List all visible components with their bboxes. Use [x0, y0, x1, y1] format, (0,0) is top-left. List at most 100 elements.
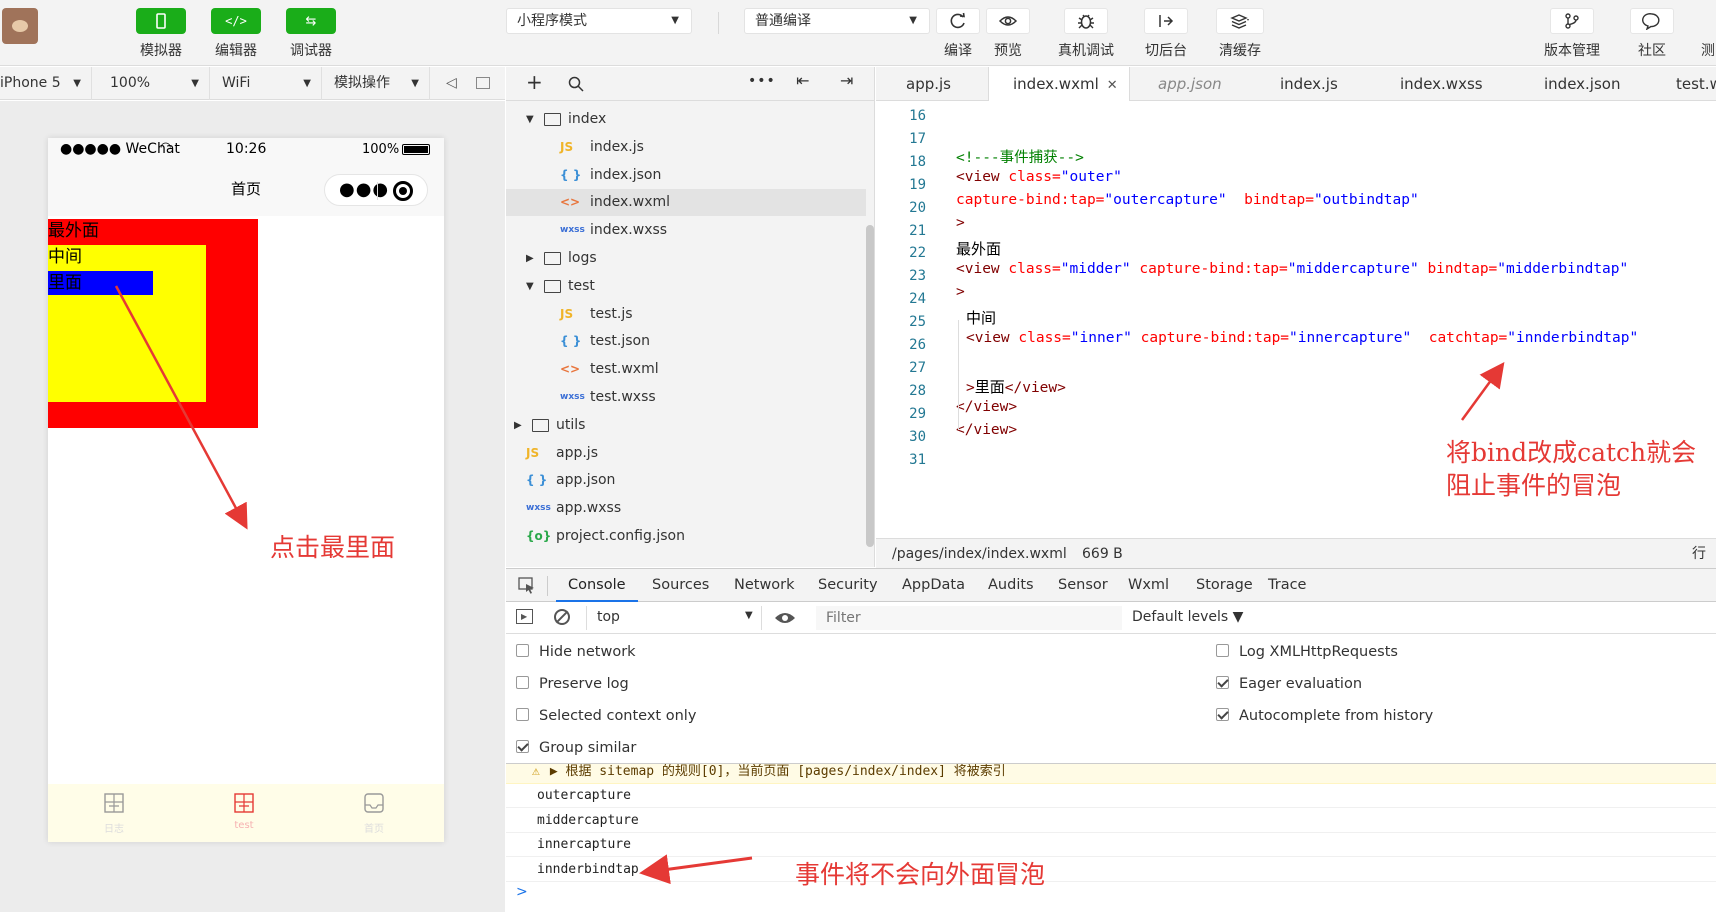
toolbar-divider — [718, 12, 719, 34]
setting-checkbox[interactable]: Autocomplete from history — [1216, 708, 1433, 724]
tree-file[interactable]: wxss app.wxss — [506, 495, 866, 522]
setting-checkbox[interactable]: Group similar — [516, 740, 636, 756]
debugger-label: 调试器 — [290, 43, 332, 59]
compile-button[interactable] — [936, 8, 980, 34]
more-icon[interactable]: ••• — [748, 73, 776, 89]
editor-tab[interactable]: app.js — [906, 67, 951, 101]
tree-folder[interactable]: ▼ index — [506, 106, 866, 133]
clear-console-icon[interactable] — [554, 609, 570, 625]
devtools-tab-storage[interactable]: Storage — [1196, 569, 1253, 602]
collapse-icon[interactable]: ⇤ — [796, 71, 809, 90]
tree-file[interactable]: { } test.json — [506, 328, 866, 355]
editor-button[interactable]: </> — [211, 8, 261, 34]
tree-file[interactable]: JS app.js — [506, 440, 866, 467]
tree-file[interactable]: { } index.json — [506, 162, 866, 189]
devtools-tab-sources[interactable]: Sources — [652, 569, 709, 602]
checkbox-checked-icon[interactable] — [1216, 708, 1229, 721]
file-path: /pages/index/index.wxml — [892, 546, 1067, 562]
outer-view[interactable]: 最外面 中间 里面 — [48, 219, 258, 428]
devtools-tab-sensor[interactable]: Sensor — [1058, 569, 1108, 602]
chevron-down-icon[interactable]: ▼ — [526, 273, 534, 300]
network-select[interactable]: WiFi ▼ — [214, 67, 322, 100]
tree-file[interactable]: wxss index.wxss — [506, 217, 866, 244]
setting-checkbox[interactable]: Preserve log — [516, 676, 629, 692]
more-icon[interactable]: ●●● — [339, 179, 389, 200]
clear-cache-button[interactable] — [1216, 8, 1264, 34]
user-avatar[interactable] — [2, 8, 38, 44]
console-filter-input[interactable] — [816, 606, 1122, 630]
devtools-tab-wxml[interactable]: Wxml — [1128, 569, 1169, 602]
editor-tab[interactable]: index.wxss — [1400, 67, 1483, 101]
tab-logs[interactable]: 日志 — [84, 792, 144, 835]
chevron-right-icon[interactable]: ▶ — [526, 245, 534, 272]
tab-home[interactable]: 首页 — [344, 792, 404, 835]
console-warning-row[interactable]: ⚠ ▶ 根据 sitemap 的规则[0]，当前页面 [pages/index/i… — [506, 764, 1716, 784]
volume-icon[interactable]: ◁ — [446, 75, 457, 91]
tree-file[interactable]: <> test.wxml — [506, 356, 866, 383]
add-icon[interactable]: + — [526, 70, 543, 94]
tree-file[interactable]: {o} project.config.json — [506, 523, 866, 550]
setting-checkbox[interactable]: Selected context only — [516, 708, 696, 724]
checkbox-icon[interactable] — [1216, 644, 1229, 657]
editor-tab[interactable]: index.wxml ✕ — [988, 67, 1130, 102]
eye-icon[interactable] — [774, 611, 796, 625]
devtools-tab-network[interactable]: Network — [734, 569, 795, 602]
device-select[interactable]: iPhone 5 ▼ — [0, 67, 92, 100]
devtools-tab-audits[interactable]: Audits — [988, 569, 1034, 602]
tree-toolbar: + ••• ⇤ ⇥ — [506, 67, 875, 101]
tree-file[interactable]: { } app.json — [506, 467, 866, 494]
tree-folder[interactable]: ▼ test — [506, 273, 866, 300]
tree-file[interactable]: wxss test.wxss — [506, 384, 866, 411]
mode-select[interactable]: 小程序模式 ▼ — [506, 8, 692, 34]
background-button[interactable] — [1144, 8, 1188, 34]
version-button[interactable] — [1550, 8, 1594, 34]
levels-select[interactable]: Default levels ▼ — [1132, 609, 1243, 625]
inspect-icon[interactable] — [518, 577, 536, 595]
checkbox-icon[interactable] — [516, 644, 529, 657]
tree-folder[interactable]: ▶ logs — [506, 245, 866, 272]
editor-tab[interactable]: index.js — [1280, 67, 1338, 101]
context-select[interactable]: top ▼ — [586, 606, 762, 630]
console-prompt[interactable]: > — [516, 884, 528, 900]
setting-checkbox[interactable]: Eager evaluation — [1216, 676, 1362, 692]
setting-label: Preserve log — [539, 676, 629, 692]
checkbox-checked-icon[interactable] — [516, 740, 529, 753]
devtools-tab-console[interactable]: Console — [556, 569, 638, 602]
checkbox-icon[interactable] — [516, 676, 529, 689]
setting-checkbox[interactable]: Hide network — [516, 644, 636, 660]
editor-tab[interactable]: app.json — [1158, 67, 1222, 101]
close-icon[interactable]: ✕ — [1107, 78, 1118, 93]
console-settings: Hide network Preserve log Selected context… — [506, 634, 1716, 764]
search-icon[interactable] — [568, 76, 584, 92]
chevron-right-icon[interactable]: ▶ — [514, 412, 522, 439]
devtools-tab-appdata[interactable]: AppData — [902, 569, 965, 602]
sidebar-toggle-icon[interactable]: ▶ — [516, 609, 533, 624]
editor-tab[interactable]: index.json — [1544, 67, 1620, 101]
inner-view[interactable]: 里面 — [48, 271, 153, 295]
setting-checkbox[interactable]: Log XMLHttpRequests — [1216, 644, 1398, 660]
operation-select[interactable]: 模拟操作 ▼ — [326, 67, 430, 100]
remote-debug-button[interactable] — [1064, 8, 1108, 34]
chevron-down-icon[interactable]: ▼ — [526, 106, 534, 133]
preview-button[interactable] — [986, 8, 1030, 34]
split-icon[interactable]: ⇥ — [840, 71, 853, 90]
close-target-icon[interactable] — [393, 181, 413, 201]
checkbox-checked-icon[interactable] — [1216, 676, 1229, 689]
window-icon[interactable] — [476, 77, 490, 89]
tree-file[interactable]: JS test.js — [506, 301, 866, 328]
checkbox-icon[interactable] — [516, 708, 529, 721]
devtools-tab-security[interactable]: Security — [818, 569, 878, 602]
tab-test[interactable]: test — [214, 792, 274, 831]
tree-scrollbar[interactable] — [866, 225, 874, 547]
zoom-select[interactable]: 100% ▼ — [102, 67, 210, 100]
tree-file[interactable]: JS index.js — [506, 134, 866, 161]
simulator-button[interactable] — [136, 8, 186, 34]
tree-folder[interactable]: ▶ utils — [506, 412, 866, 439]
tree-file[interactable]: <> index.wxml — [506, 189, 866, 217]
community-button[interactable] — [1630, 8, 1674, 34]
devtools-tab-trace[interactable]: Trace — [1268, 569, 1306, 602]
compile-mode-select[interactable]: 普通编译 ▼ — [744, 8, 930, 34]
midder-view[interactable]: 中间 里面 — [48, 245, 206, 402]
debugger-button[interactable]: ⇆ — [286, 8, 336, 34]
editor-tab[interactable]: test.w — [1676, 67, 1716, 101]
